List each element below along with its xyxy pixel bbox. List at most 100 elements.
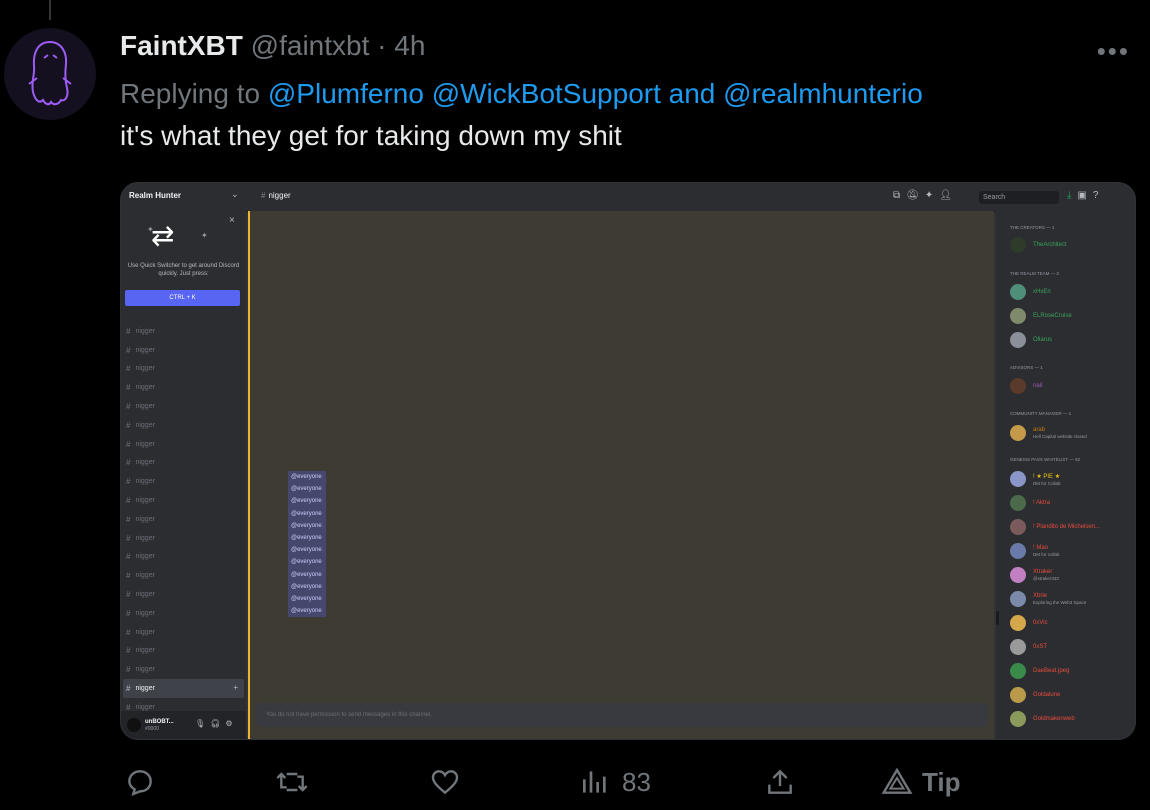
channel-item[interactable]: # nigger	[121, 397, 246, 416]
member-item[interactable]: 0xST	[1010, 637, 1047, 657]
everyone-mention[interactable]: @everyone	[288, 495, 326, 508]
channel-item[interactable]: # nigger	[121, 623, 246, 642]
member-item[interactable]: Goldmakenweb	[1010, 709, 1075, 729]
channel-item[interactable]: # nigger	[121, 454, 246, 473]
member-item[interactable]: Goldalune	[1010, 685, 1060, 705]
tip-button[interactable]: Tip	[880, 766, 961, 798]
more-options-icon[interactable]: •••	[1097, 36, 1130, 67]
channel-item[interactable]: # nigger	[121, 604, 246, 623]
author-avatar[interactable]	[4, 28, 96, 120]
member-item[interactable]: nail	[1010, 376, 1042, 396]
views-button[interactable]: 83	[580, 766, 651, 798]
threads-icon[interactable]: ⧉	[893, 190, 900, 201]
search-input[interactable]: Search	[979, 191, 1059, 204]
hash-icon: #	[126, 364, 131, 374]
channel-label: nigger	[135, 685, 155, 693]
channel-item[interactable]: # nigger	[121, 491, 246, 510]
everyone-mention[interactable]: @everyone	[288, 568, 326, 581]
everyone-mention[interactable]: @everyone	[288, 580, 326, 594]
reply-button[interactable]	[124, 766, 156, 798]
reply-icon	[128, 770, 152, 797]
member-item[interactable]: 0xVic	[1010, 613, 1048, 633]
inbox-icon[interactable]: ▣	[1077, 190, 1086, 201]
channel-item[interactable]: # nigger	[121, 322, 246, 341]
tweet-time[interactable]: 4h	[394, 30, 425, 61]
channel-label: nigger	[135, 534, 155, 542]
server-name[interactable]: Realm Hunter	[129, 191, 181, 200]
chat-area: @everyone @everyone @everyone @everyone @eve…	[248, 211, 994, 739]
member-item[interactable]: ! ★ PIE ★ DM for Collab	[1010, 469, 1061, 489]
everyone-mention[interactable]: @everyone	[288, 556, 326, 569]
user-avatar[interactable]	[127, 718, 141, 732]
ghost-avatar-icon	[28, 40, 72, 106]
mention-conjunction[interactable]: and	[669, 78, 716, 109]
channel-item[interactable]: # nigger	[121, 472, 246, 491]
retweet-button[interactable]	[274, 766, 310, 798]
share-button[interactable]	[764, 766, 796, 798]
microphone-icon[interactable]: 🎙︎	[195, 719, 205, 728]
member-item[interactable]: ELRoseCruise	[1010, 306, 1072, 326]
mention-link[interactable]: @WickBotSupport	[432, 78, 661, 109]
member-status: @xtraker333	[1033, 576, 1059, 581]
member-item[interactable]: ! Mao DM for collab	[1010, 541, 1060, 561]
notification-bell-icon[interactable]: 🔕︎	[906, 190, 919, 201]
everyone-mention[interactable]: @everyone	[288, 532, 326, 545]
everyone-mention[interactable]: @everyone	[288, 519, 326, 533]
user-name[interactable]: unBOBT...	[145, 719, 174, 725]
everyone-mention[interactable]: @everyone	[288, 605, 326, 618]
member-item[interactable]: Ollarus	[1010, 330, 1052, 350]
channel-item[interactable]: # nigger	[121, 566, 246, 585]
pin-icon[interactable]: ✦	[925, 190, 933, 201]
channel-item[interactable]: # nigger	[121, 416, 246, 435]
channel-item[interactable]: # nigger	[121, 529, 246, 548]
channel-item[interactable]: # nigger	[121, 585, 246, 604]
member-name: DaeBeat.jpeg	[1033, 668, 1070, 674]
member-list-icon[interactable]: 👤︎	[939, 190, 952, 201]
member-item[interactable]: Xbrie Exploring the Web3 Space	[1010, 589, 1086, 609]
quick-switcher-shortcut-button[interactable]: CTRL + K	[125, 290, 240, 306]
everyone-mention[interactable]: @everyone	[288, 471, 326, 484]
member-item[interactable]: xHxEn	[1010, 282, 1051, 302]
message-input[interactable]: You do not have permission to send messa…	[256, 703, 988, 727]
hash-icon: #	[126, 684, 131, 694]
channel-item[interactable]: # nigger +	[123, 679, 244, 698]
settings-gear-icon[interactable]: ⚙	[225, 719, 232, 728]
like-button[interactable]	[428, 766, 462, 798]
download-icon[interactable]: ⤓	[1067, 190, 1071, 201]
help-icon[interactable]: ?	[1093, 190, 1099, 201]
scrollbar[interactable]	[996, 611, 999, 625]
channel-item[interactable]: # nigger	[121, 660, 246, 679]
author-handle[interactable]: @faintxbt	[251, 30, 370, 61]
add-member-icon[interactable]: +	[233, 683, 238, 692]
everyone-mention[interactable]: @everyone	[288, 483, 326, 496]
channel-item[interactable]: # nigger	[121, 510, 246, 529]
mention-link[interactable]: @Plumferno	[268, 78, 424, 109]
member-item[interactable]: DaeBeat.jpeg	[1010, 661, 1069, 681]
channel-label: nigger	[135, 327, 155, 335]
attached-screenshot[interactable]: Realm Hunter ⌄ # nigger ⧉ 🔕︎ ✦ 👤︎ Search …	[120, 182, 1136, 740]
member-item[interactable]: TheArchitect	[1010, 235, 1067, 255]
channel-item[interactable]: # nigger	[121, 378, 246, 397]
channel-item[interactable]: # nigger	[121, 360, 246, 379]
mention-link[interactable]: @realmhunterio	[723, 78, 923, 109]
author-name[interactable]: FaintXBT	[120, 30, 243, 61]
member-avatar	[1010, 663, 1026, 679]
headphones-icon[interactable]: 🎧︎	[210, 719, 220, 728]
member-item[interactable]: ! Plandito de Michelsen...	[1010, 517, 1100, 537]
channel-item[interactable]: # nigger	[121, 548, 246, 567]
close-icon[interactable]: ×	[229, 215, 235, 226]
everyone-mention[interactable]: @everyone	[288, 507, 326, 520]
everyone-mention-message: @everyone @everyone @everyone @everyone @eve…	[288, 471, 326, 618]
member-item[interactable]: Xtraker @xtraker333	[1010, 565, 1059, 585]
channel-item[interactable]: # nigger	[121, 435, 246, 454]
channel-item[interactable]: # nigger	[121, 642, 246, 661]
member-item[interactable]: arab Hell Capital website closed	[1010, 423, 1087, 443]
member-name: xHxEn	[1033, 289, 1051, 295]
hash-icon: #	[126, 326, 131, 336]
channel-item[interactable]: # nigger	[121, 341, 246, 360]
everyone-mention[interactable]: @everyone	[288, 593, 326, 606]
channel-label: nigger	[135, 609, 155, 617]
chevron-down-icon[interactable]: ⌄	[231, 189, 239, 200]
everyone-mention[interactable]: @everyone	[288, 544, 326, 557]
member-item[interactable]: ! Aktra	[1010, 493, 1050, 513]
